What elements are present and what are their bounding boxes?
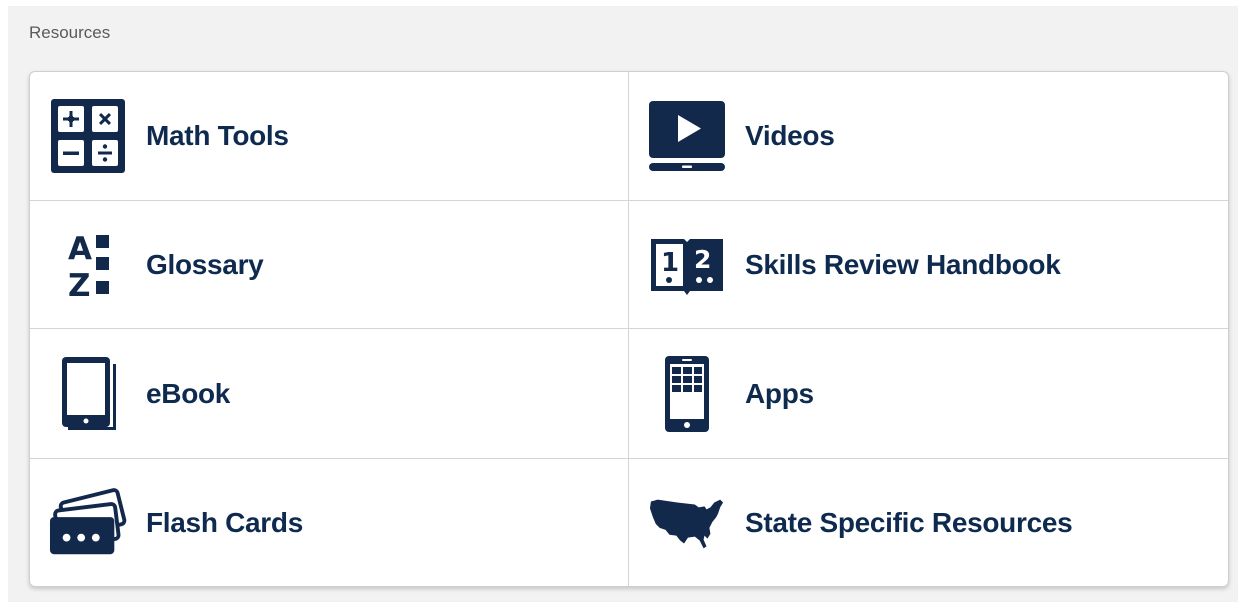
resource-label: Apps xyxy=(745,377,814,409)
video-play-icon xyxy=(648,97,726,175)
resource-state-specific-resources[interactable]: State Specific Resources xyxy=(629,459,1228,586)
resource-math-tools[interactable]: Math Tools xyxy=(30,72,629,201)
svg-text:1: 1 xyxy=(661,248,679,278)
svg-text:A: A xyxy=(68,231,92,267)
phone-apps-icon xyxy=(648,355,726,433)
tablet-icon xyxy=(49,355,127,433)
svg-text:2: 2 xyxy=(694,245,711,274)
usa-map-icon xyxy=(648,484,726,562)
section-title: Resources xyxy=(29,23,111,42)
resource-apps[interactable]: Apps xyxy=(629,329,1228,459)
resource-glossary[interactable]: A Z Glossary xyxy=(30,201,629,329)
a-z-list-icon: A Z xyxy=(49,226,127,304)
resource-label: State Specific Resources xyxy=(745,506,1073,538)
resource-label: Math Tools xyxy=(146,120,289,151)
resources-grid: Math Tools Videos A Z Glossary 1 2 Skill… xyxy=(29,71,1229,587)
resource-ebook[interactable]: eBook xyxy=(30,329,629,459)
resource-label: Glossary xyxy=(146,248,264,280)
numbered-book-icon: 1 2 xyxy=(648,226,726,304)
calculator-grid-icon xyxy=(49,97,127,175)
resource-label: eBook xyxy=(146,377,231,409)
flash-cards-icon xyxy=(49,484,127,562)
resource-label: Skills Review Handbook xyxy=(745,248,1061,280)
resource-flash-cards[interactable]: Flash Cards xyxy=(30,459,629,586)
resources-panel: Resources Math Tools Videos A Z Glossary… xyxy=(8,6,1238,602)
resource-videos[interactable]: Videos xyxy=(629,72,1228,201)
resource-skills-review-handbook[interactable]: 1 2 Skills Review Handbook xyxy=(629,201,1228,329)
resource-label: Videos xyxy=(745,120,835,151)
svg-text:Z: Z xyxy=(68,268,90,300)
resource-label: Flash Cards xyxy=(146,506,303,538)
